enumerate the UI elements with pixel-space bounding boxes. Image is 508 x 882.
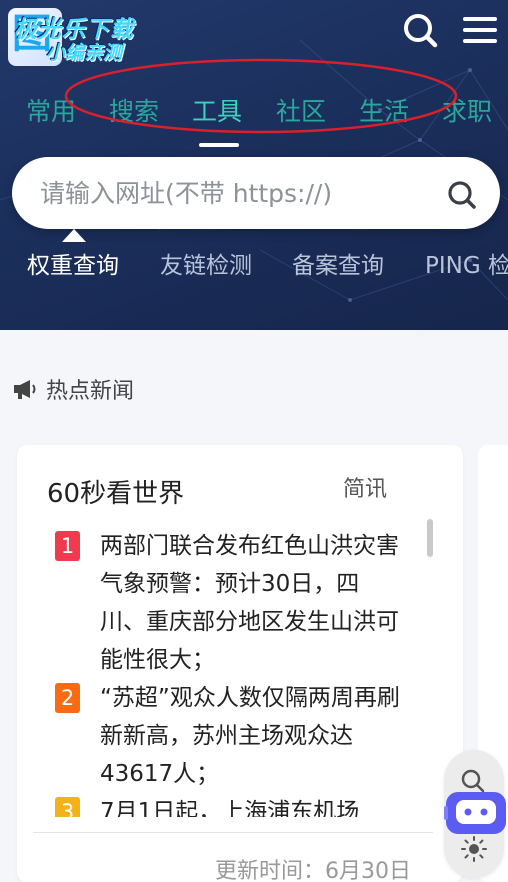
hot-news-header: 热点新闻 xyxy=(12,374,134,404)
menu-icon[interactable] xyxy=(460,10,500,50)
url-search-box xyxy=(12,157,500,229)
tool-tabs: 权重查询 友链检测 备案查询 PING 检 xyxy=(0,246,508,286)
tab-jobs[interactable]: 求职 xyxy=(442,92,492,128)
news-list: 1 两部门联合发布红色山洪灾害气象预警：预计30日，四川、重庆部分地区发生山洪可… xyxy=(17,527,463,817)
card-tag[interactable]: 简讯 xyxy=(343,471,387,503)
tab-common[interactable]: 常用 xyxy=(26,92,76,128)
tool-tab-icp[interactable]: 备案查询 xyxy=(292,246,384,280)
scrollbar[interactable] xyxy=(427,519,433,557)
tab-tools[interactable]: 工具 xyxy=(192,92,242,128)
robot-icon[interactable] xyxy=(444,788,508,838)
active-tool-pointer xyxy=(62,229,86,242)
tab-search[interactable]: 搜索 xyxy=(109,92,159,128)
tab-life[interactable]: 生活 xyxy=(359,92,409,128)
tab-community[interactable]: 社区 xyxy=(276,92,326,128)
tool-tab-links[interactable]: 友链检测 xyxy=(160,246,252,280)
divider xyxy=(33,832,433,833)
news-text[interactable]: “苏超”观众人数仅隔两周再刷新新高，苏州主场观众达43617人； xyxy=(100,679,400,793)
hot-news-title: 热点新闻 xyxy=(46,379,135,404)
card-title: 60秒看世界 xyxy=(47,479,185,509)
megaphone-icon xyxy=(14,380,36,399)
rank-badge: 3 xyxy=(55,797,80,817)
news-card: 60秒看世界 简讯 1 两部门联合发布红色山洪灾害气象预警：预计30日，四川、重… xyxy=(17,445,463,882)
search-icon[interactable] xyxy=(400,10,440,50)
tool-tab-ping[interactable]: PING 检 xyxy=(425,246,508,280)
watermark-line2: 小编亲测 xyxy=(46,42,123,64)
rank-badge: 2 xyxy=(55,683,80,713)
sun-icon[interactable] xyxy=(461,836,487,862)
tool-tab-weight[interactable]: 权重查询 xyxy=(27,246,119,280)
url-input[interactable] xyxy=(40,171,430,215)
news-text[interactable]: 7月1日起，上海浦东机场 xyxy=(100,793,400,817)
search-icon[interactable] xyxy=(446,179,478,211)
news-text[interactable]: 两部门联合发布红色山洪灾害气象预警：预计30日，四川、重庆部分地区发生山洪可能性… xyxy=(100,527,400,679)
update-time: 更新时间：6月30日 xyxy=(215,859,411,882)
active-tab-indicator xyxy=(199,143,239,147)
hero-header: 图 极光乐下载 小编亲测 常用 搜索 工具 社区 生活 求职 权重查询 友链检测… xyxy=(0,0,508,330)
category-tabs: 常用 搜索 工具 社区 生活 求职 xyxy=(0,92,508,136)
rank-badge: 1 xyxy=(55,531,80,561)
